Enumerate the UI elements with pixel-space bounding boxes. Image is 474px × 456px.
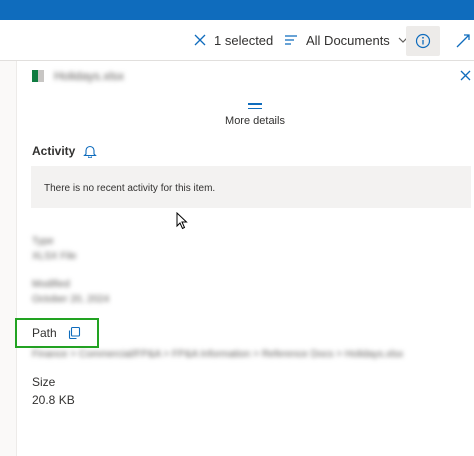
list-edge — [0, 61, 17, 456]
expand-button[interactable] — [452, 30, 474, 52]
more-details-label: More details — [225, 115, 285, 127]
activity-heading: Activity — [32, 144, 98, 158]
view-label: All Documents — [306, 32, 390, 48]
info-pane-button[interactable] — [406, 26, 440, 56]
close-details-button[interactable] — [456, 66, 474, 84]
excel-file-icon — [32, 70, 44, 82]
command-bar: 1 selected All Documents — [0, 20, 474, 61]
type-value: XLSX File — [32, 251, 77, 262]
top-app-bar — [0, 0, 474, 20]
activity-title: Activity — [32, 144, 76, 158]
path-value: Finance > Commercial/FP&A > FP&A Informa… — [32, 349, 404, 360]
details-header: Holidays.xlsx — [32, 66, 462, 86]
path-label: Path — [32, 326, 57, 340]
modified-label: Modified — [32, 279, 70, 290]
type-label: Type — [32, 236, 54, 247]
close-icon — [194, 34, 206, 46]
file-name: Holidays.xlsx — [54, 69, 125, 83]
close-icon — [460, 70, 470, 80]
list-view-icon — [285, 35, 297, 45]
size-value: 20.8 KB — [32, 393, 75, 407]
path-heading: Path — [32, 326, 81, 340]
view-switcher-button[interactable]: All Documents — [284, 29, 408, 51]
more-details-button[interactable]: More details — [200, 100, 310, 127]
activity-empty-message: There is no recent activity for this ite… — [44, 183, 216, 194]
mouse-cursor-icon — [176, 211, 188, 235]
copy-icon[interactable] — [67, 326, 81, 340]
selected-count-label: 1 selected — [214, 32, 274, 48]
modified-section: Modified October 20, 2024 — [32, 277, 109, 307]
clear-selection-button[interactable]: 1 selected — [194, 29, 273, 51]
activity-empty-state: There is no recent activity for this ite… — [31, 166, 471, 208]
expand-icon — [456, 34, 470, 48]
info-icon — [415, 33, 431, 49]
modified-value: October 20, 2024 — [32, 294, 110, 305]
size-label: Size — [32, 375, 56, 389]
drag-handle-icon — [248, 103, 262, 109]
bell-icon[interactable] — [83, 144, 98, 158]
type-section: Type XLSX File — [32, 234, 76, 264]
